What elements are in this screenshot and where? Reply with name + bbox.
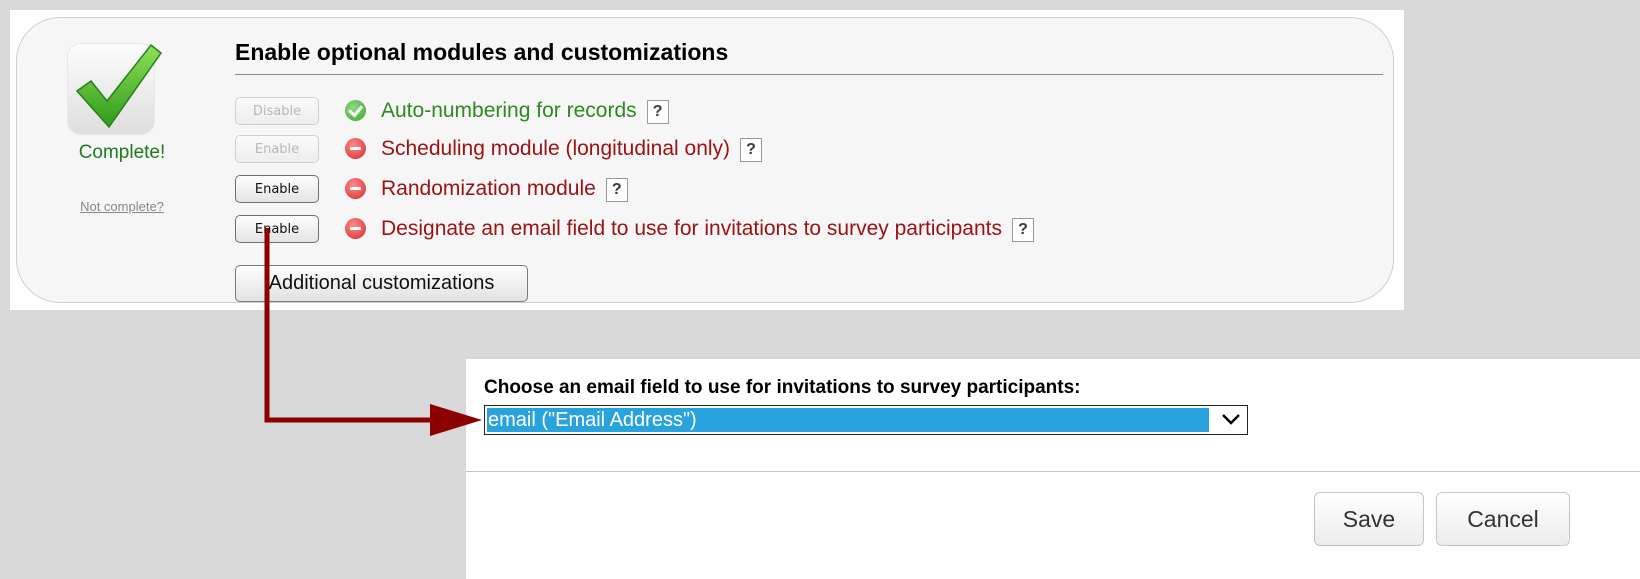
module-panel: Complete! Not complete? Enable optional … <box>10 10 1404 310</box>
email-field-label: Choose an email field to use for invitat… <box>484 377 1081 398</box>
disable-auto-numbering-button[interactable]: Disable <box>235 97 319 125</box>
checkmark-icon <box>75 43 163 129</box>
save-button[interactable]: Save <box>1314 492 1424 546</box>
cancel-button[interactable]: Cancel <box>1436 492 1570 546</box>
module-panel-box: Complete! Not complete? Enable optional … <box>16 17 1394 303</box>
module-label-text: Auto-numbering for records <box>381 99 637 122</box>
help-button[interactable]: ? <box>605 178 628 202</box>
completion-status: Complete! <box>78 142 166 163</box>
module-label-text: Scheduling module (longitudinal only) <box>381 137 731 160</box>
email-field-dialog: Choose an email field to use for invitat… <box>466 359 1640 579</box>
module-label: Designate an email field to use for invi… <box>381 215 1034 242</box>
module-label-text: Designate an email field to use for invi… <box>381 217 1002 240</box>
not-complete-link[interactable]: Not complete? <box>47 199 197 214</box>
help-button[interactable]: ? <box>646 100 669 124</box>
module-label: Randomization module? <box>381 175 628 202</box>
selected-option: email ("Email Address") <box>487 408 1209 432</box>
email-field-select[interactable]: email ("Email Address") <box>484 405 1248 435</box>
help-button[interactable]: ? <box>740 138 763 162</box>
red-minus-circle-icon <box>345 178 366 199</box>
completion-checkmark-tile <box>67 43 163 135</box>
module-label: Auto-numbering for records? <box>381 97 669 124</box>
dialog-divider <box>466 471 1640 472</box>
module-label-text: Randomization module <box>381 177 596 200</box>
help-button[interactable]: ? <box>1012 218 1034 242</box>
module-label: Scheduling module (longitudinal only)? <box>381 135 763 162</box>
green-check-circle-icon <box>345 100 366 121</box>
section-divider <box>235 74 1383 75</box>
red-minus-circle-icon <box>345 138 366 159</box>
section-title: Enable optional modules and customizatio… <box>235 39 729 65</box>
chevron-down-icon <box>1222 414 1240 425</box>
enable-survey-email-button[interactable]: Enable <box>235 215 319 243</box>
additional-customizations-button[interactable]: Additional customizations <box>235 265 528 302</box>
enable-scheduling-button[interactable]: Enable <box>235 135 319 163</box>
enable-randomization-button[interactable]: Enable <box>235 175 319 203</box>
red-minus-circle-icon <box>345 218 366 239</box>
